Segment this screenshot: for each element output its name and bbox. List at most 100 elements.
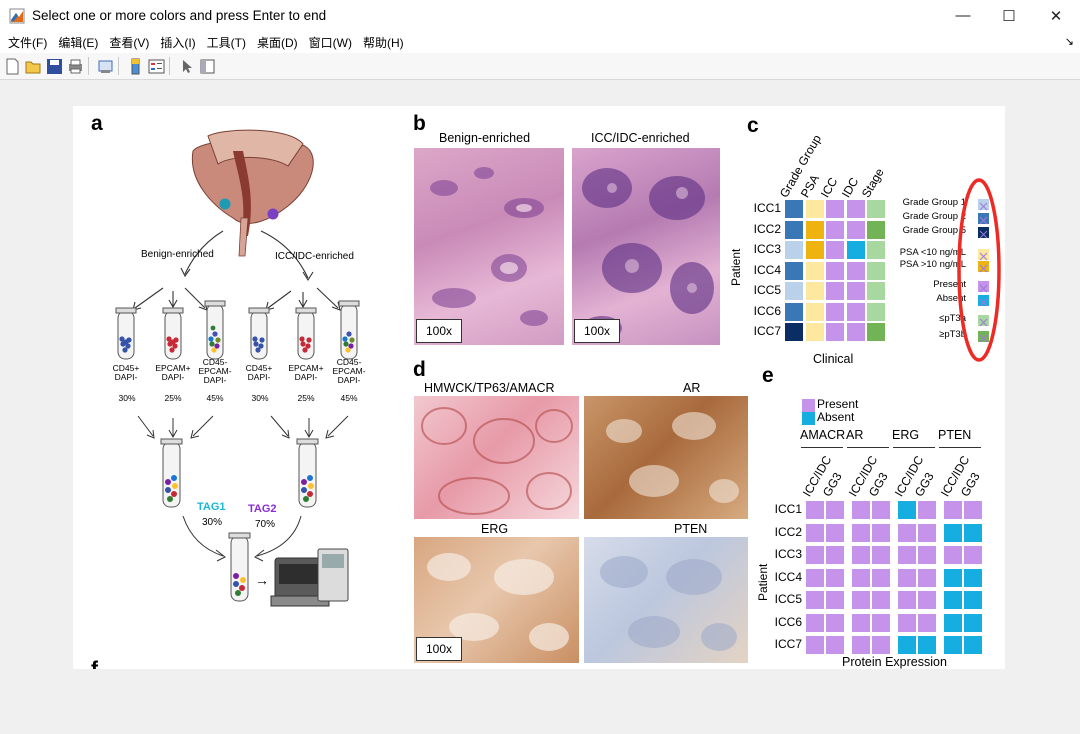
panel-c-legend-label: ≤pT3a — [939, 313, 966, 324]
tube-2-label: EPCAM+ DAPI- — [155, 363, 191, 382]
dock-arrow-icon[interactable]: ↘ — [1065, 35, 1074, 48]
matlab-icon — [9, 8, 25, 24]
panel-e-cell — [898, 591, 916, 609]
panel-c-column-3: IDC — [838, 175, 861, 200]
panel-e-cell — [898, 523, 916, 542]
panel-c-cell — [805, 323, 824, 341]
window-title: Select one or more colors and press Ente… — [32, 8, 327, 23]
menu-help[interactable]: 帮助(H) — [363, 34, 404, 51]
panel-c-legend-label: Grade Group 5 — [902, 225, 966, 236]
panel-c-cell — [826, 282, 844, 300]
panel-c-legend-label: PSA >10 ng/mL — [899, 259, 966, 270]
panel-e-xlabel: Protein Expression — [842, 655, 947, 669]
panel-b-left-title: Benign-enriched — [439, 131, 531, 145]
panel-c-legend-label: Grade Group 2 — [902, 211, 966, 222]
pooled-tube-icc — [296, 438, 319, 508]
panel-e-cell — [963, 568, 982, 587]
branch-icc-label: ICC/IDC-enriched — [275, 251, 354, 262]
panel-e-cell — [806, 591, 824, 609]
panel-e-row-label: ICC6 — [774, 614, 802, 629]
panel-c-cell — [826, 323, 844, 341]
panel-e-cell — [806, 568, 824, 587]
figure-canvas[interactable]: a Benign-enriched ICC/IDC-enriched CD45+… — [73, 106, 1005, 669]
magnification-badge: 100x — [416, 637, 463, 661]
branch-benign-label: Benign-enriched — [141, 249, 214, 260]
to-sequencer-arrow: → — [255, 572, 269, 588]
panel-e-cell — [852, 591, 870, 609]
panel-e-cell — [944, 501, 962, 519]
panel-e-cell — [852, 636, 870, 654]
panel-d-title-3: ERG — [481, 522, 509, 536]
panel-e-cell — [852, 523, 870, 542]
menu-desktop[interactable]: 桌面(D) — [257, 34, 298, 51]
panel-e-cell — [871, 568, 890, 587]
menu-bar: 文件(F) 编辑(E) 查看(V) 插入(I) 工具(T) 桌面(D) 窗口(W… — [0, 31, 1080, 53]
open-icon[interactable] — [25, 58, 42, 75]
tube-negative-icc — [338, 300, 360, 360]
panel-d-title-2: AR — [683, 381, 701, 395]
panel-c-ylabel: Patient — [729, 248, 743, 286]
panel-e-cell — [917, 613, 936, 632]
legend-icon[interactable] — [148, 58, 165, 75]
panel-c-cell — [805, 200, 824, 218]
panel-e-cell — [898, 546, 916, 564]
menu-view[interactable]: 查看(V) — [109, 34, 149, 51]
ihc-ar-image — [584, 396, 748, 519]
panel-b-label: b — [413, 112, 426, 135]
panel-e-cell — [806, 501, 824, 519]
menu-window[interactable]: 窗口(W) — [309, 34, 352, 51]
panel-c-cell — [826, 261, 844, 280]
legend-present-label: Present — [817, 397, 859, 411]
tube-6-label: CD45- EPCAM- DAPI- — [332, 357, 366, 385]
property-editor-icon[interactable] — [199, 58, 216, 75]
panel-e-group-label: PTEN — [938, 428, 972, 442]
colorbar-icon[interactable] — [127, 58, 144, 75]
panel-e-row-label: ICC3 — [774, 547, 802, 561]
tube-6-pct: 45% — [340, 393, 358, 403]
panel-e-cell — [917, 546, 936, 564]
tube-3-pct: 45% — [206, 393, 224, 403]
panel-e-group-rule — [893, 447, 935, 448]
magnification-badge: 100x — [416, 319, 463, 343]
panel-e-cell — [944, 523, 962, 542]
pointer-icon[interactable] — [178, 58, 195, 75]
close-button[interactable]: ✕ — [1033, 0, 1079, 31]
tag1-label: TAG1 — [197, 501, 226, 513]
new-icon[interactable] — [4, 58, 21, 75]
menu-tools[interactable]: 工具(T) — [207, 34, 246, 51]
minimize-button[interactable]: — — [940, 0, 986, 31]
panel-c-cell — [785, 302, 803, 321]
ihc-hmwck-image — [414, 396, 579, 519]
legend-absent-label: Absent — [817, 410, 855, 424]
maximize-button[interactable]: ☐ — [986, 0, 1032, 31]
save-icon[interactable] — [46, 58, 63, 75]
panel-c-row-label: ICC4 — [753, 262, 781, 277]
panel-e-cell — [917, 501, 936, 519]
panel-e-row-label: ICC1 — [774, 502, 802, 516]
panel-c-cell — [785, 241, 803, 259]
panel-c-row-label: ICC2 — [753, 221, 781, 236]
panel-e-cell — [806, 546, 824, 564]
panel-c-cell — [846, 200, 865, 218]
panel-e-cell — [944, 591, 962, 609]
tag1-pct: 30% — [202, 517, 223, 528]
panel-e-group-rule — [939, 447, 981, 448]
panel-c-row-label: ICC1 — [753, 201, 781, 215]
ihc-pten-image — [584, 537, 748, 663]
menu-file[interactable]: 文件(F) — [8, 34, 47, 51]
panel-c-cell — [805, 261, 824, 280]
pooled-tube-benign — [160, 438, 183, 508]
panel-c-legend-label: PSA <10 ng/mL — [899, 247, 966, 258]
menu-insert[interactable]: 插入(I) — [160, 34, 195, 51]
print-icon[interactable] — [67, 58, 84, 75]
panel-c-cell — [826, 200, 844, 218]
legend-absent-swatch — [802, 412, 815, 425]
panel-c-cell — [805, 241, 824, 259]
panel-c-cell — [846, 220, 865, 239]
tube-4-pct: 30% — [251, 393, 269, 403]
panel-e-cell — [825, 568, 844, 587]
print-preview-icon[interactable] — [97, 58, 114, 75]
panel-e-cell — [898, 636, 916, 654]
menu-edit[interactable]: 编辑(E) — [58, 34, 98, 51]
panel-e-group-label: AMACR — [800, 428, 846, 442]
